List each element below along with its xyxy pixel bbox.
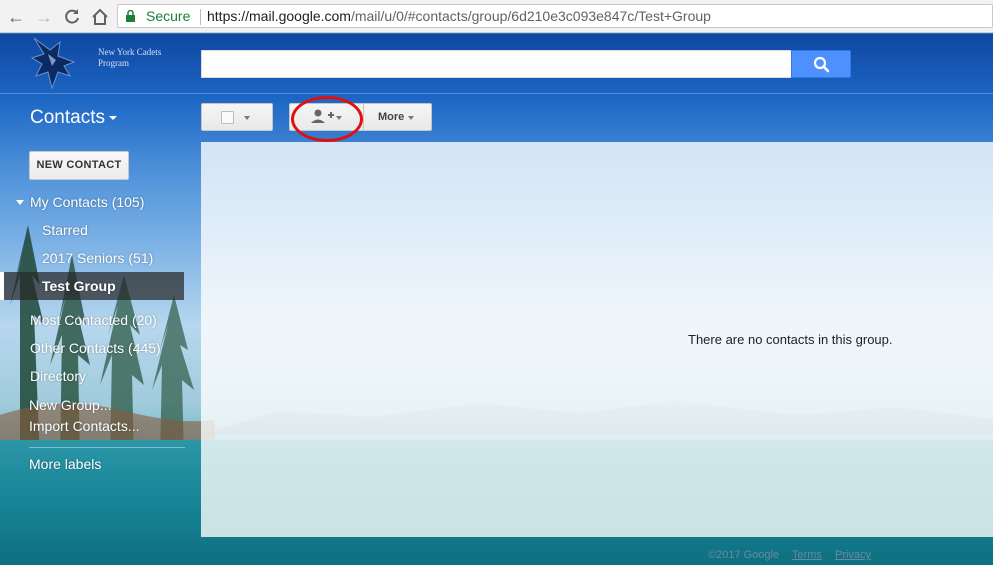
new-contact-button[interactable]: NEW CONTACT <box>29 151 129 180</box>
select-all-button[interactable] <box>201 103 273 131</box>
url-host: https://mail.google.com <box>207 8 351 24</box>
select-caret-icon <box>244 116 250 120</box>
logo-text: New York Cadets Program <box>98 47 161 69</box>
home-icon[interactable] <box>89 6 111 28</box>
search-icon <box>813 56 830 73</box>
contacts-list-panel: There are no contacts in this group. <box>201 142 993 537</box>
logo-text-line2: Program <box>98 58 129 68</box>
reload-icon[interactable] <box>61 6 83 28</box>
more-labels-link[interactable]: More labels <box>29 456 101 472</box>
sidebar-divider <box>29 447 185 448</box>
import-contacts-link[interactable]: Import Contacts... <box>29 418 139 434</box>
footer-privacy-link[interactable]: Privacy <box>835 549 871 561</box>
back-arrow-icon[interactable]: ← <box>5 6 27 28</box>
new-group-link[interactable]: New Group... <box>29 397 111 413</box>
browser-toolbar: ← → Secure https://mail.google.com/mail/… <box>0 0 993 33</box>
url-text: https://mail.google.com/mail/u/0/#contac… <box>207 8 711 24</box>
empty-group-message: There are no contacts in this group. <box>688 332 893 347</box>
sidebar-item-most-contacted[interactable]: Most Contacted (20) <box>30 312 157 328</box>
url-path: /mail/u/0/#contacts/group/6d210e3c093e84… <box>350 8 711 24</box>
address-bar[interactable]: Secure https://mail.google.com/mail/u/0/… <box>117 4 993 28</box>
forward-arrow-icon[interactable]: → <box>33 6 55 28</box>
expand-caret-icon[interactable] <box>16 200 24 205</box>
sidebar-item-2017-seniors[interactable]: 2017 Seniors (51) <box>42 250 153 266</box>
lock-icon <box>126 10 135 22</box>
more-label: More <box>378 111 405 123</box>
sidebar-item-starred[interactable]: Starred <box>42 222 88 238</box>
logo-text-line1: New York Cadets <box>98 47 162 57</box>
search-input[interactable] <box>201 50 791 78</box>
sidebar-item-other-contacts[interactable]: Other Contacts (445) <box>30 340 161 356</box>
footer-terms-link[interactable]: Terms <box>792 549 822 561</box>
header-divider <box>0 93 993 94</box>
sidebar-item-test-group[interactable]: Test Group <box>42 278 116 294</box>
footer-copyright: ©2017 Google <box>708 549 780 561</box>
more-caret-icon <box>408 116 414 120</box>
select-checkbox[interactable] <box>221 111 234 124</box>
omnibox-divider <box>200 9 201 25</box>
footer: ©2017 Google Terms Privacy <box>708 549 881 561</box>
app-switcher-caret-icon[interactable] <box>109 116 117 120</box>
sidebar-item-directory[interactable]: Directory <box>30 368 86 384</box>
red-annotation-circle <box>291 96 363 142</box>
secure-label: Secure <box>146 8 191 24</box>
sidebar-item-my-contacts[interactable]: My Contacts (105) <box>30 194 144 210</box>
more-button[interactable]: More <box>363 103 432 131</box>
app-title[interactable]: Contacts <box>30 107 105 129</box>
search-button[interactable] <box>791 50 851 78</box>
